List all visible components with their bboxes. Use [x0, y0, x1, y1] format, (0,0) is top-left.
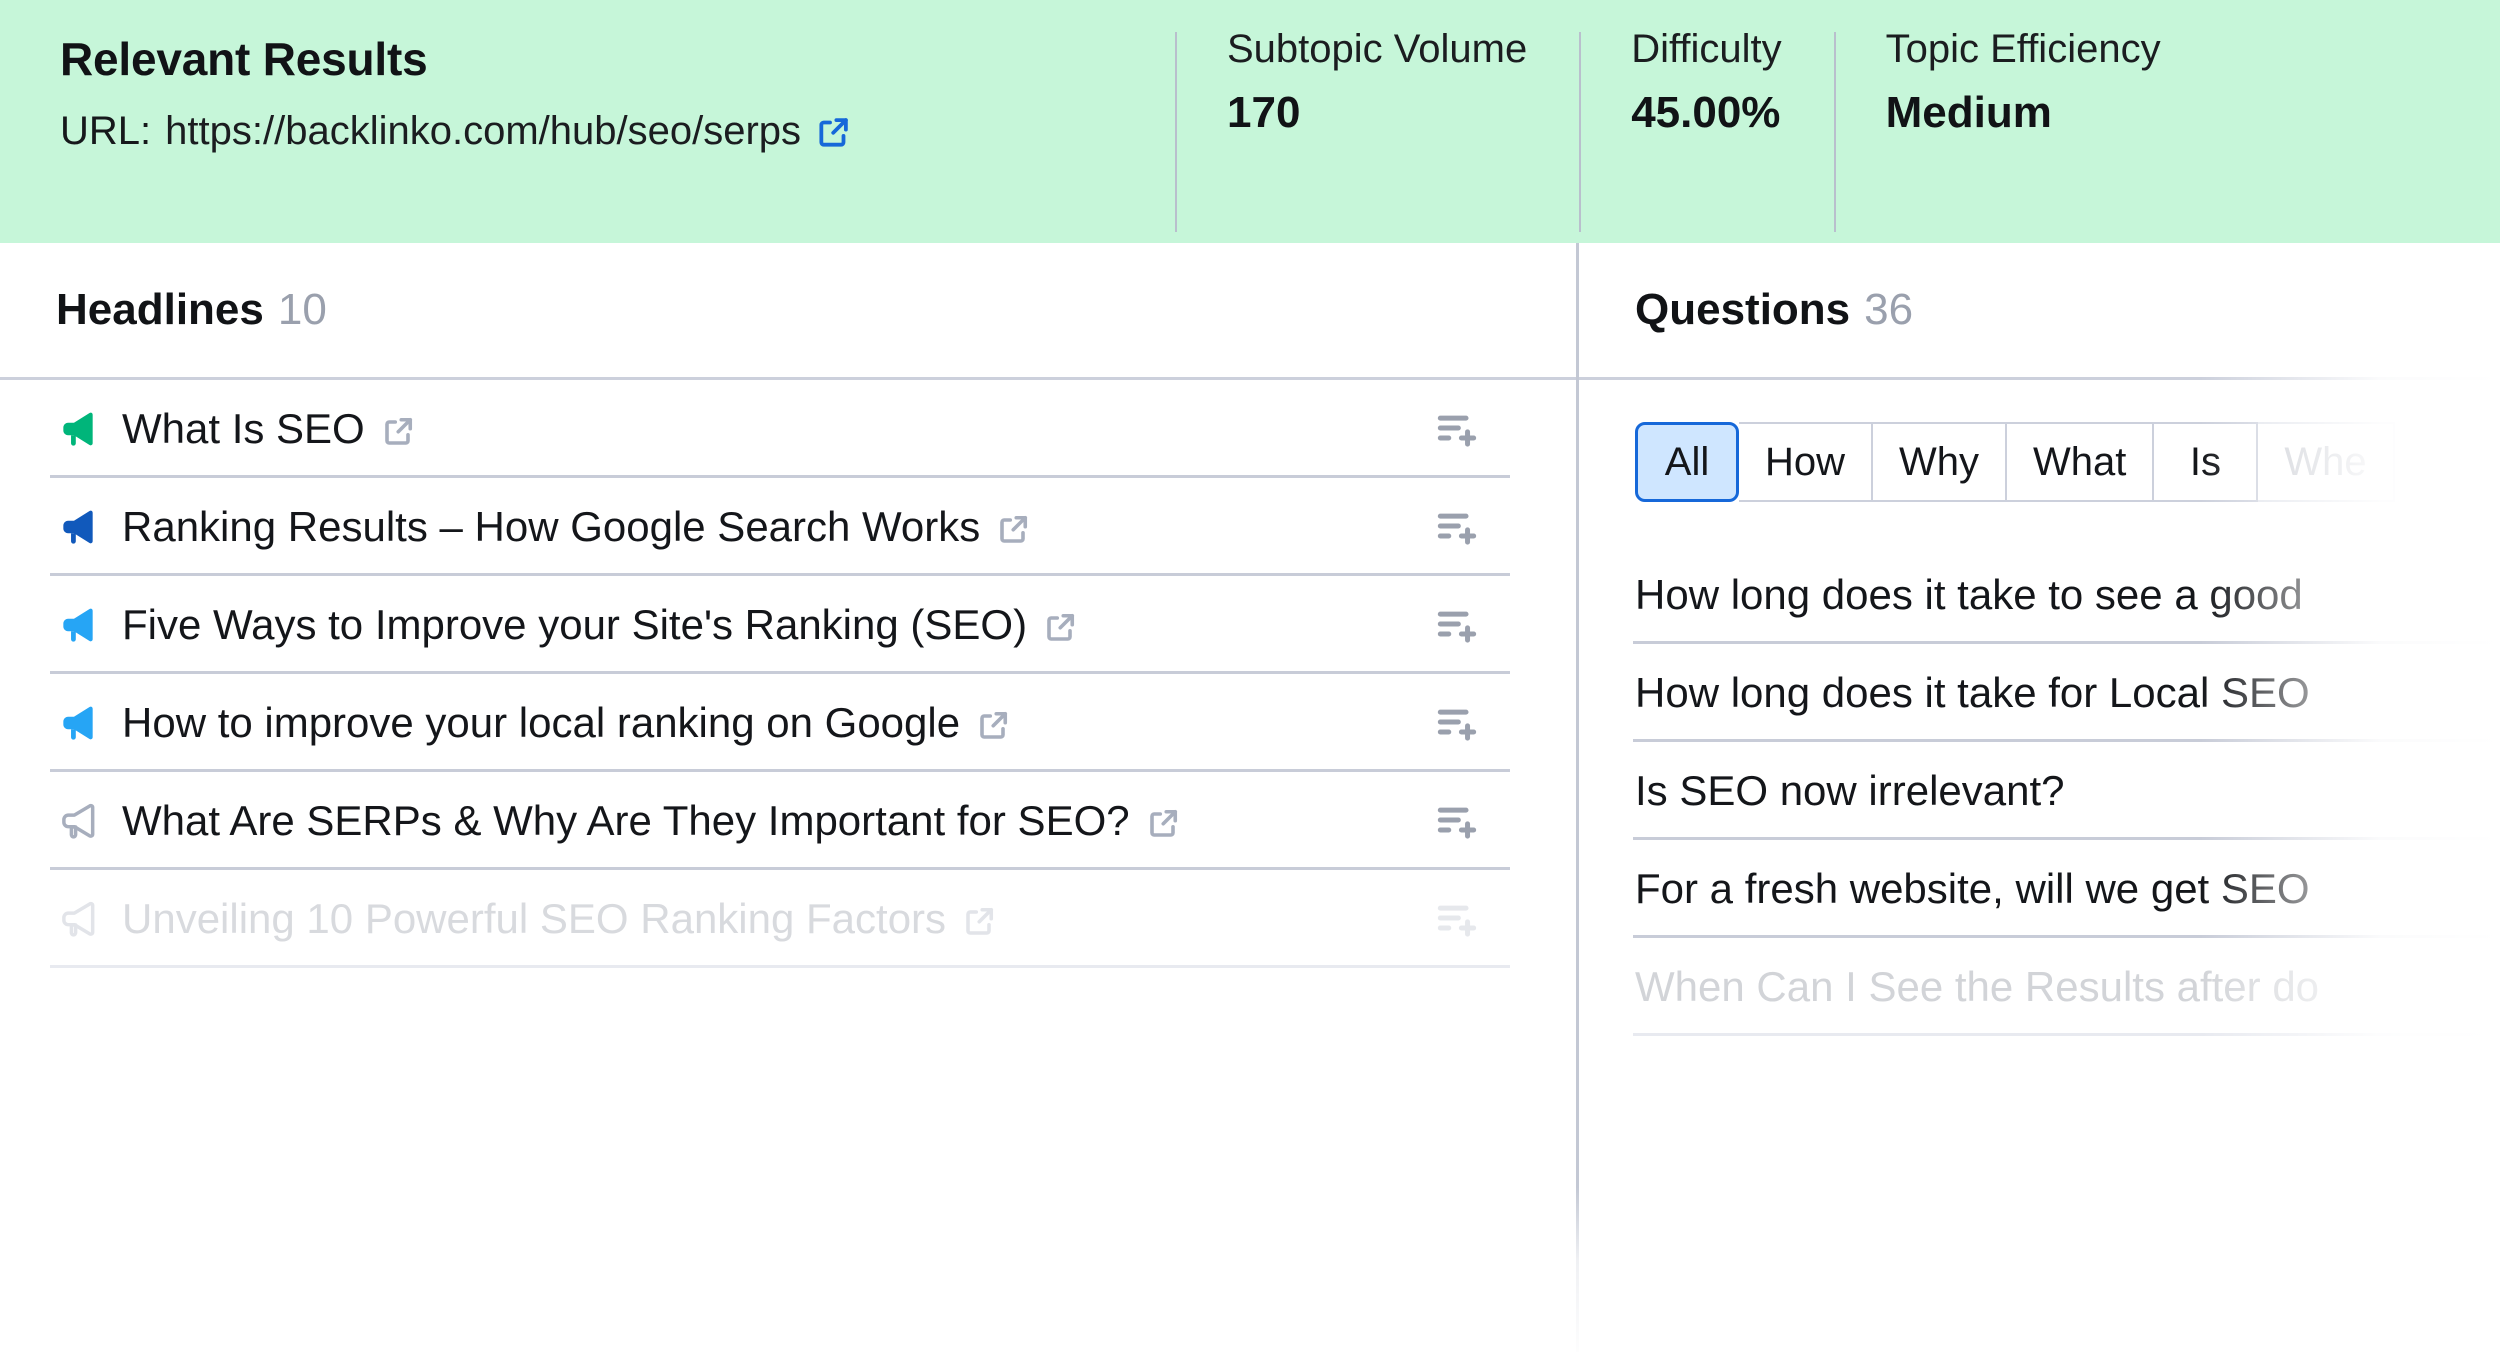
headline-row[interactable]: Ranking Results – How Google Search Work… — [0, 478, 1576, 576]
row-divider — [1633, 1033, 2500, 1036]
metric-difficulty: Difficulty 45.00% — [1579, 24, 1833, 243]
questions-title: Questions — [1635, 285, 1851, 334]
external-link-icon[interactable] — [996, 509, 1032, 545]
tab-why[interactable]: Why — [1873, 422, 2008, 502]
metric-label: Subtopic Volume — [1227, 27, 1528, 71]
external-link-icon[interactable] — [1146, 803, 1182, 839]
metric-subtopic-volume: Subtopic Volume 170 — [1175, 24, 1579, 243]
metric-label: Difficulty — [1631, 27, 1782, 71]
headlines-count: 10 — [277, 285, 327, 334]
url-row: URL: https://backlinko.com/hub/seo/serps — [60, 109, 1175, 154]
headline-title: What Is SEO — [122, 405, 417, 453]
headline-row[interactable]: Five Ways to Improve your Site's Ranking… — [0, 576, 1576, 674]
add-to-list-icon[interactable] — [1434, 896, 1480, 942]
metric-value: 170 — [1227, 88, 1301, 137]
headline-title: Five Ways to Improve your Site's Ranking… — [122, 601, 1079, 649]
question-filter-tabs: All How Why What Is Whe — [1635, 422, 2500, 502]
add-to-list-icon[interactable] — [1434, 700, 1480, 746]
questions-column: Questions 36 All How Why What Is Whe How… — [1579, 243, 2500, 1352]
question-row[interactable]: When Can I See the Results after do — [1579, 938, 2500, 1036]
headline-title: What Are SERPs & Why Are They Important … — [122, 797, 1182, 845]
content-body: Headlines 10 What Is SEO Ranking Results… — [0, 243, 2500, 1352]
question-text: How long does it take to see a good — [1635, 571, 2303, 618]
megaphone-icon — [56, 701, 100, 745]
headline-text: How to improve your local ranking on Goo… — [122, 699, 961, 746]
questions-list: How long does it take to see a good How … — [1579, 546, 2500, 1036]
external-link-icon[interactable] — [976, 705, 1012, 741]
headline-text: Unveiling 10 Powerful SEO Ranking Factor… — [122, 895, 947, 942]
tab-is[interactable]: Is — [2154, 422, 2259, 502]
headline-text: Five Ways to Improve your Site's Ranking… — [122, 601, 1028, 648]
megaphone-icon — [56, 897, 100, 941]
page-title: Relevant Results — [60, 33, 428, 85]
add-to-list-icon[interactable] — [1434, 406, 1480, 452]
url-label: URL: — [60, 109, 152, 154]
questions-header: Questions 36 — [1579, 243, 2500, 380]
relevant-results-panel: Relevant Results URL: https://backlinko.… — [0, 0, 2500, 1352]
tab-what[interactable]: What — [2007, 422, 2155, 502]
metric-topic-efficiency: Topic Efficiency Medium — [1833, 24, 2213, 243]
external-link-icon[interactable] — [381, 411, 417, 447]
question-row[interactable]: How long does it take for Local SEO — [1579, 644, 2500, 742]
questions-count: 36 — [1864, 285, 1914, 334]
question-text: When Can I See the Results after do — [1635, 963, 2320, 1010]
question-text: Is SEO now irrelevant? — [1635, 767, 2065, 814]
headline-text: Ranking Results – How Google Search Work… — [122, 503, 981, 550]
headline-text: What Are SERPs & Why Are They Important … — [122, 797, 1130, 844]
headlines-title: Headlines — [56, 285, 264, 334]
external-link-icon[interactable] — [1043, 607, 1079, 643]
add-to-list-icon[interactable] — [1434, 504, 1480, 550]
tab-how[interactable]: How — [1739, 422, 1874, 502]
megaphone-icon — [56, 505, 100, 549]
row-divider — [50, 965, 1510, 968]
headline-title: Ranking Results – How Google Search Work… — [122, 503, 1032, 551]
megaphone-icon — [56, 407, 100, 451]
question-text: How long does it take for Local SEO — [1635, 669, 2310, 716]
headlines-header: Headlines 10 — [0, 243, 1576, 380]
metric-label: Topic Efficiency — [1885, 27, 2161, 71]
tab-all[interactable]: All — [1635, 422, 1739, 502]
headlines-column: Headlines 10 What Is SEO Ranking Results… — [0, 243, 1576, 1352]
headline-row[interactable]: What Are SERPs & Why Are They Important … — [0, 772, 1576, 870]
megaphone-icon — [56, 799, 100, 843]
headline-row[interactable]: What Is SEO — [0, 380, 1576, 478]
external-link-icon[interactable] — [815, 113, 853, 151]
metric-value: 45.00% — [1631, 88, 1781, 137]
question-row[interactable]: For a fresh website, will we get SEO — [1579, 840, 2500, 938]
headline-row[interactable]: Unveiling 10 Powerful SEO Ranking Factor… — [0, 870, 1576, 968]
url-value: https://backlinko.com/hub/seo/serps — [165, 109, 802, 154]
headlines-list: What Is SEO Ranking Results – How Google… — [0, 380, 1576, 968]
headline-text: What Is SEO — [122, 405, 365, 452]
question-row[interactable]: Is SEO now irrelevant? — [1579, 742, 2500, 840]
metric-value: Medium — [1885, 88, 2052, 137]
headline-title: Unveiling 10 Powerful SEO Ranking Factor… — [122, 895, 998, 943]
add-to-list-icon[interactable] — [1434, 602, 1480, 648]
header-bar: Relevant Results URL: https://backlinko.… — [0, 0, 2500, 243]
header-metrics: Subtopic Volume 170 Difficulty 45.00% To… — [1175, 0, 2213, 243]
question-row[interactable]: How long does it take to see a good — [1579, 546, 2500, 644]
header-left: Relevant Results URL: https://backlinko.… — [0, 0, 1175, 154]
question-text: For a fresh website, will we get SEO — [1635, 865, 2310, 912]
megaphone-icon — [56, 603, 100, 647]
add-to-list-icon[interactable] — [1434, 798, 1480, 844]
headline-title: How to improve your local ranking on Goo… — [122, 699, 1012, 747]
headline-row[interactable]: How to improve your local ranking on Goo… — [0, 674, 1576, 772]
tab-when[interactable]: Whe — [2258, 422, 2395, 502]
external-link-icon[interactable] — [962, 901, 998, 937]
